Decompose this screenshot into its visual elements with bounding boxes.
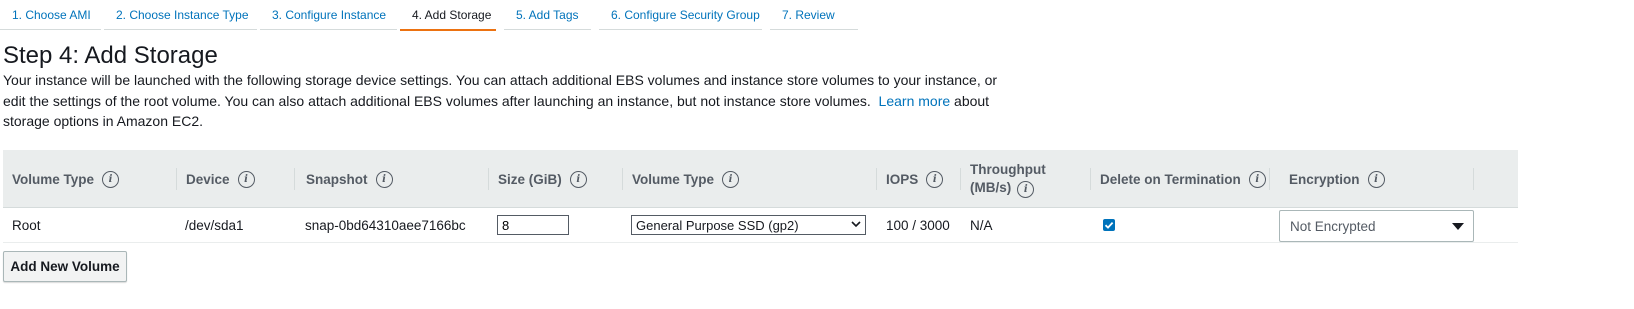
header-label: Delete on Termination: [1100, 171, 1241, 187]
column-divider: [1269, 168, 1270, 190]
header-label: IOPS: [886, 171, 919, 187]
header-device: Device i: [177, 150, 295, 208]
header-throughput: Throughput (MB/s) i: [961, 150, 1091, 208]
tab-choose-ami[interactable]: 1. Choose AMI: [0, 0, 101, 30]
header-delete-on-termination: Delete on Termination i: [1091, 150, 1270, 208]
column-divider: [1473, 168, 1474, 190]
storage-table: Volume Type i Device i Snapshot i Size (…: [3, 150, 1518, 243]
header-label: Size (GiB): [498, 171, 562, 187]
header-label-line2: (MB/s) i: [970, 179, 1046, 198]
header-label: Encryption: [1289, 171, 1360, 187]
cell-size: [488, 208, 622, 242]
tab-review[interactable]: 7. Review: [770, 0, 858, 30]
cell-delete-on-termination: [1094, 208, 1274, 242]
tab-add-storage[interactable]: 4. Add Storage: [400, 0, 496, 31]
info-icon[interactable]: i: [926, 170, 944, 188]
info-icon[interactable]: i: [102, 170, 120, 188]
info-icon[interactable]: i: [569, 170, 587, 188]
size-input[interactable]: [497, 215, 569, 235]
page-description: Your instance will be launched with the …: [3, 70, 1003, 132]
tab-add-tags[interactable]: 5. Add Tags: [504, 0, 591, 30]
info-icon[interactable]: i: [1017, 180, 1035, 198]
cell-throughput: N/A: [970, 217, 993, 233]
header-encryption: Encryption i: [1280, 150, 1474, 208]
encryption-select[interactable]: Not Encrypted: [1279, 210, 1474, 242]
cell-device: /dev/sda1: [185, 217, 244, 233]
info-icon[interactable]: i: [1248, 170, 1266, 188]
volume-type-select[interactable]: General Purpose SSD (gp2): [631, 215, 866, 235]
cell-volume-type: Root: [12, 217, 41, 233]
header-throughput-label: Throughput (MB/s) i: [970, 161, 1046, 198]
delete-on-termination-checkbox[interactable]: [1103, 219, 1115, 231]
table-row: Root /dev/sda1 snap-0bd64310aee7166bc Ge…: [3, 208, 1518, 242]
header-iops: IOPS i: [877, 150, 961, 208]
tab-configure-security-group[interactable]: 6. Configure Security Group: [599, 0, 762, 30]
info-icon[interactable]: i: [1367, 170, 1385, 188]
tab-choose-instance-type[interactable]: 2. Choose Instance Type: [104, 0, 257, 30]
caret-down-icon: [1452, 223, 1464, 230]
cell-ebs-volume-type: General Purpose SSD (gp2): [622, 208, 877, 242]
tab-configure-instance[interactable]: 3. Configure Instance: [260, 0, 397, 30]
header-snapshot: Snapshot i: [297, 150, 489, 208]
info-icon[interactable]: i: [375, 170, 393, 188]
header-label: Throughput: [970, 161, 1046, 177]
description-text: Your instance will be launched with the …: [3, 72, 998, 109]
table-header: Volume Type i Device i Snapshot i Size (…: [3, 150, 1518, 208]
volume-type-value: General Purpose SSD (gp2): [636, 217, 799, 233]
add-new-volume-button[interactable]: Add New Volume: [3, 251, 127, 282]
header-label: Snapshot: [306, 171, 368, 187]
header-size: Size (GiB) i: [489, 150, 623, 208]
header-label: Volume Type: [632, 171, 715, 187]
column-divider: [294, 168, 295, 190]
header-volume-type: Volume Type i: [3, 150, 177, 208]
checkbox-checked-icon: [1104, 221, 1114, 229]
encryption-value: Not Encrypted: [1290, 218, 1376, 234]
chevron-down-icon: [851, 217, 861, 234]
page-title: Step 4: Add Storage: [3, 42, 218, 69]
header-label: Volume Type: [12, 171, 95, 187]
learn-more-link[interactable]: Learn more: [879, 93, 951, 109]
header-label: Device: [186, 171, 230, 187]
cell-snapshot: snap-0bd64310aee7166bc: [305, 217, 466, 233]
info-icon[interactable]: i: [237, 170, 255, 188]
cell-iops: 100 / 3000: [886, 217, 950, 233]
info-icon[interactable]: i: [722, 170, 740, 188]
header-ebs-volume-type: Volume Type i: [623, 150, 877, 208]
